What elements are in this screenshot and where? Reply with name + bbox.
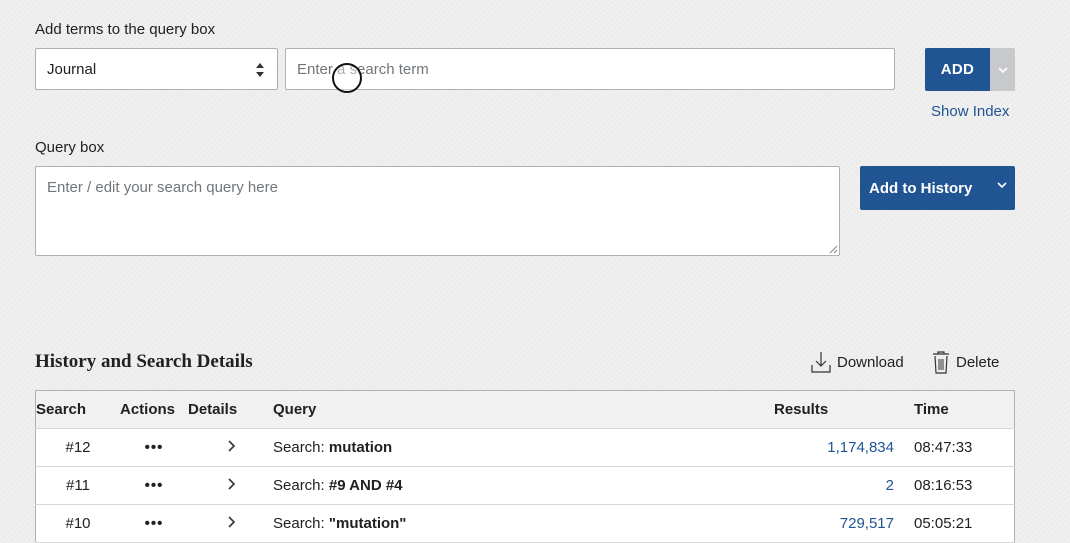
search-number: #11 — [35, 466, 120, 505]
col-actions: Actions — [120, 390, 188, 429]
query-cell: Search: "mutation" — [273, 504, 774, 543]
history-table: Search Actions Details Query Results Tim… — [35, 390, 1015, 543]
chevron-right-icon[interactable] — [227, 478, 235, 490]
resize-grip-icon[interactable] — [829, 245, 838, 254]
col-details: Details — [188, 390, 273, 429]
table-row: #12 ••• Search: mutation 1,174,834 08:47… — [35, 428, 1015, 467]
query-prefix: Search: — [273, 515, 329, 532]
add-button[interactable]: ADD — [925, 48, 990, 91]
search-number: #12 — [35, 428, 120, 467]
query-term: mutation — [328, 439, 393, 456]
actions-menu-icon[interactable]: ••• — [145, 515, 164, 532]
chevron-down-icon — [997, 182, 1007, 188]
query-cell: Search: mutation — [273, 428, 774, 467]
query-term: "mutation" — [328, 515, 407, 532]
delete-button[interactable]: Delete — [932, 350, 999, 374]
show-index-link[interactable]: Show Index — [931, 103, 1009, 120]
add-to-history-button[interactable]: Add to History — [860, 166, 1015, 210]
time-cell: 08:16:53 — [894, 466, 1015, 505]
search-number: #10 — [35, 504, 120, 543]
trash-icon — [933, 351, 949, 374]
query-term: #9 AND #4 — [328, 477, 403, 494]
download-label: Download — [837, 353, 904, 371]
query-prefix: Search: — [273, 477, 329, 494]
select-arrows-icon — [256, 63, 264, 77]
chevron-right-icon[interactable] — [227, 516, 235, 528]
table-row: #10 ••• Search: "mutation" 729,517 05:05… — [35, 504, 1015, 543]
download-button[interactable]: Download — [811, 350, 904, 374]
actions-menu-icon[interactable]: ••• — [145, 439, 164, 456]
table-row: #11 ••• Search: #9 AND #4 2 08:16:53 — [35, 466, 1015, 505]
col-query: Query — [273, 390, 774, 429]
field-select[interactable]: Journal — [35, 48, 278, 90]
chevron-right-icon[interactable] — [227, 440, 235, 452]
query-box-heading: Query box — [35, 139, 105, 156]
mouse-cursor-indicator — [332, 63, 362, 93]
col-time: Time — [894, 390, 1015, 429]
query-prefix: Search: — [273, 439, 329, 456]
chevron-down-icon — [997, 66, 1008, 73]
results-link[interactable]: 1,174,834 — [827, 439, 894, 456]
actions-menu-icon[interactable]: ••• — [145, 477, 164, 494]
history-title: History and Search Details — [35, 351, 253, 372]
add-terms-heading: Add terms to the query box — [35, 21, 216, 38]
add-to-history-label: Add to History — [869, 180, 973, 197]
time-cell: 08:47:33 — [894, 428, 1015, 467]
query-box-textarea[interactable] — [35, 166, 840, 256]
time-cell: 05:05:21 — [894, 504, 1015, 543]
query-cell: Search: #9 AND #4 — [273, 466, 774, 505]
add-options-dropdown[interactable] — [990, 48, 1015, 91]
col-results: Results — [774, 390, 894, 429]
field-select-value: Journal — [47, 61, 97, 78]
results-link[interactable]: 729,517 — [840, 515, 894, 532]
delete-label: Delete — [956, 353, 1000, 371]
download-icon — [811, 352, 831, 373]
search-term-input[interactable] — [285, 48, 895, 90]
history-header-row: Search Actions Details Query Results Tim… — [35, 390, 1015, 429]
col-search[interactable]: Search — [35, 390, 120, 429]
results-link[interactable]: 2 — [886, 477, 894, 494]
